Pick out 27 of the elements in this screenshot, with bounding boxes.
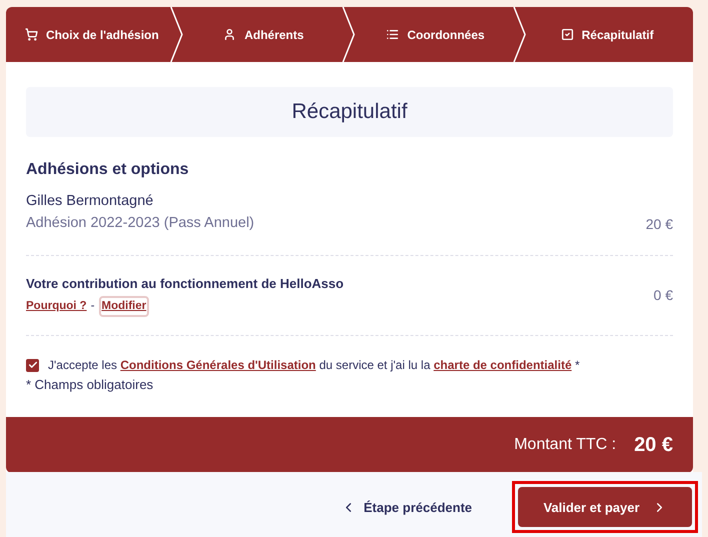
section-title: Adhésions et options [26, 160, 190, 180]
terms-link[interactable]: Conditions Générales d'Utilisation [120, 358, 316, 372]
member-name: Gilles Bermontagné [26, 192, 154, 211]
why-link[interactable]: Pourquoi ? [26, 298, 87, 316]
required-note: * Champs obligatoires [26, 376, 154, 394]
contribution-price: 0 € [654, 286, 673, 305]
list-icon [386, 28, 400, 41]
step-label[interactable]: Adhérents [244, 26, 304, 44]
link-separator: - [90, 299, 95, 314]
step-label[interactable]: Coordonnées [407, 26, 485, 44]
cart-icon [24, 28, 38, 41]
total-amount: 20 € [634, 432, 673, 458]
step-label[interactable]: Récapitulatif [582, 26, 654, 44]
back-button[interactable]: Étape précédente [340, 498, 472, 517]
total-label: Montant TTC : [514, 434, 616, 455]
step-label[interactable]: Choix de l'adhésion [46, 26, 159, 44]
edit-link[interactable]: Modifier [98, 296, 150, 318]
person-icon [223, 28, 236, 41]
privacy-link[interactable]: charte de confidentialité [434, 358, 572, 372]
page-title: Récapitulatif [292, 99, 408, 126]
membership-item: Adhésion 2022-2023 (Pass Annuel) [26, 214, 254, 233]
pay-button[interactable]: Valider et payer [518, 487, 692, 528]
terms-text: J'accepte les Conditions Générales d'Utilisation du service et j'ai lu la charte de confidentialité * [48, 357, 580, 374]
membership-price: 20 € [646, 214, 673, 234]
checkbox-icon [560, 28, 574, 41]
contribution-title: Votre contribution au fonctionnement de HelloAsso [26, 274, 344, 292]
terms-checkbox[interactable] [26, 358, 39, 372]
